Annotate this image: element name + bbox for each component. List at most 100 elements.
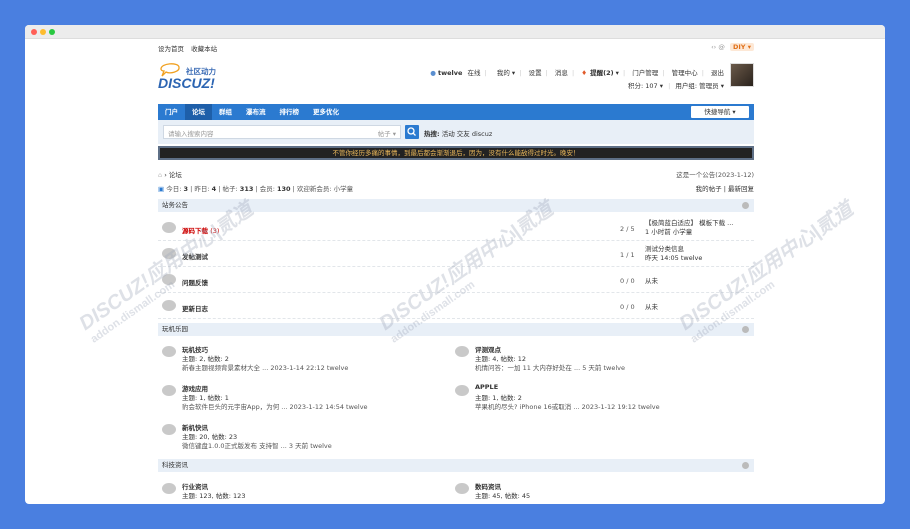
forum-cell[interactable]: 游戏应用 主题: 1, 帖数: 1 豹会软件巨头的元宇宙App，为何 ... 2… (158, 383, 448, 419)
diy-button[interactable]: DIY ▾ (729, 43, 754, 51)
set-homepage-link[interactable]: 设为首页 (158, 45, 184, 53)
user-nav: ● twelve 在线 | 我的 ▾ | 设置 | 消息 | ♦ 提醒(2) ▾ … (430, 69, 724, 77)
forum-cell[interactable]: 新机快讯 主题: 20, 帖数: 23 微信键盘1.0.0正式版发布 支持智 .… (158, 422, 448, 458)
code-icon[interactable]: ‹› (711, 43, 716, 51)
logout-link[interactable]: 退出 (711, 69, 724, 77)
forum-cell[interactable]: 数码资讯 主题: 45, 帖数: 45 (451, 481, 741, 504)
browser-window: 设为首页 收藏本站 ‹› @ DIY ▾ 社区动力 DISCUZ! ● twel… (25, 25, 885, 504)
forum-icon (162, 274, 176, 285)
welcome-new-member[interactable]: 欢迎新会员: 小学童 (297, 185, 353, 193)
announcement-link[interactable]: 这是一个公告(2023-1-12) (676, 169, 754, 179)
hot-word[interactable]: discuz (472, 130, 492, 138)
section-header: 科技资讯 (158, 459, 754, 472)
forum-row[interactable]: 发帖测试 1 / 1 测试分类信息 昨天 14:05 twelve (158, 242, 754, 267)
forum-icon (162, 248, 176, 259)
collapse-toggle[interactable] (742, 202, 749, 209)
user-info: 积分: 107 ▾ | 用户组: 管理员 ▾ (628, 82, 724, 90)
last-post: 从未 (645, 277, 658, 285)
hot-word[interactable]: 交友 (457, 130, 470, 138)
forum-icon (455, 346, 469, 357)
forum-counts: 0 / 0 (620, 303, 635, 311)
nav-waterfall[interactable]: 瀑布流 (239, 104, 273, 120)
reminders-link[interactable]: 提醒(2) ▾ (590, 69, 619, 77)
nav-portal[interactable]: 门户 (158, 104, 185, 120)
forum-counts: 主题: 45, 帖数: 45 (475, 492, 531, 500)
section-header: 站务公告 (158, 199, 754, 212)
forum-row[interactable]: 更新日志 0 / 0 从未 (158, 294, 754, 319)
settings-link[interactable]: 设置 (529, 69, 542, 77)
forum-counts: 2 / 5 (620, 225, 635, 233)
forum-icon (162, 424, 176, 435)
forum-counts: 1 / 1 (620, 251, 635, 259)
site-header: 社区动力 DISCUZ! ● twelve 在线 | 我的 ▾ | 设置 | 消… (158, 57, 754, 101)
home-icon[interactable]: ⌂ (158, 171, 162, 179)
my-posts-link[interactable]: 我的帖子 (696, 185, 722, 193)
last-post: 豹会软件巨头的元宇宙App，为何 ... 2023-1-12 14:54 twe… (182, 403, 368, 411)
nav-groups[interactable]: 群组 (212, 104, 239, 120)
nav-ranking[interactable]: 排行榜 (273, 104, 307, 120)
forum-name: 源码下载 (3) (182, 227, 220, 235)
avatar[interactable] (730, 63, 754, 87)
search-icon (407, 127, 416, 136)
forum-counts: 0 / 0 (620, 277, 635, 285)
forum-page: 设为首页 收藏本站 ‹› @ DIY ▾ 社区动力 DISCUZ! ● twel… (25, 39, 885, 504)
last-post: 新春主题视频背景素材大全 ... 2023-1-14 22:12 twelve (182, 364, 349, 372)
nav-forum[interactable]: 论坛 (185, 104, 212, 120)
hot-word[interactable]: 活动 (442, 130, 455, 138)
forum-cell[interactable]: 行业资讯 主题: 123, 帖数: 123 (158, 481, 448, 504)
forum-counts: 主题: 123, 帖数: 123 (182, 492, 246, 500)
main-nav: 门户 论坛 群组 瀑布流 排行榜 更多优化 快捷导航 ▾ (158, 104, 754, 120)
forum-icon (162, 483, 176, 494)
collapse-toggle[interactable] (742, 462, 749, 469)
last-post[interactable]: 【极简蓝白适应】 模板下载 ... 1 小时前 小学童 (645, 219, 733, 237)
minimize-window-button[interactable] (40, 29, 46, 35)
forum-name: 发帖测试 (182, 253, 208, 261)
forum-row[interactable]: 源码下载 (3) 2 / 5 【极简蓝白适应】 模板下载 ... 1 小时前 小学… (158, 216, 754, 241)
nav-more[interactable]: 更多优化 (306, 104, 346, 120)
last-post: 从未 (645, 303, 658, 311)
forum-name: 更新日志 (182, 305, 208, 313)
stats-icon: ▣ (158, 185, 165, 193)
forum-icon (455, 385, 469, 396)
forum-cell[interactable]: APPLE 主题: 1, 帖数: 2 苹果机的尽头? iPhone 16或取消 … (451, 383, 741, 419)
messages-link[interactable]: 消息 (555, 69, 568, 77)
quick-nav-button[interactable]: 快捷导航 ▾ (691, 106, 749, 118)
portal-admin-link[interactable]: 门户管理 (632, 69, 658, 77)
last-post: 机情问答：一加 11 大内存好处在 ... 5 天前 twelve (475, 364, 626, 372)
last-post[interactable]: 测试分类信息 昨天 14:05 twelve (645, 245, 702, 263)
search-input[interactable]: 请输入搜索内容 帖子 ▾ (163, 125, 401, 139)
forum-row[interactable]: 问题反馈 0 / 0 从未 (158, 268, 754, 293)
forum-icon (162, 222, 176, 233)
forum-cell[interactable]: 评测观点 主题: 4, 帖数: 12 机情问答：一加 11 大内存好处在 ...… (451, 344, 741, 380)
forum-cell[interactable]: 玩机技巧 主题: 2, 帖数: 2 新春主题视频背景素材大全 ... 2023-… (158, 344, 448, 380)
search-bar: 请输入搜索内容 帖子 ▾ 热搜: 活动 交友 discuz (158, 120, 754, 144)
forum-icon (455, 483, 469, 494)
bell-icon: ♦ (581, 69, 588, 77)
logo[interactable]: DISCUZ! (158, 75, 215, 91)
window-titlebar (25, 25, 885, 39)
usergroup-menu[interactable]: 用户组: 管理员 ▾ (675, 82, 724, 90)
latest-replies-link[interactable]: 最新回复 (728, 185, 754, 193)
collapse-toggle[interactable] (742, 326, 749, 333)
close-window-button[interactable] (31, 29, 37, 35)
search-type-select[interactable]: 帖子 ▾ (378, 128, 396, 138)
my-menu[interactable]: 我的 ▾ (494, 69, 515, 77)
username-link[interactable]: twelve (438, 69, 462, 77)
breadcrumb: ⌂ › 论坛 这是一个公告(2023-1-12) (158, 169, 754, 179)
points-menu[interactable]: 积分: 107 ▾ (628, 82, 663, 90)
forum-icon (162, 300, 176, 311)
admin-center-link[interactable]: 管理中心 (672, 69, 698, 77)
qq-icon[interactable]: @ (718, 43, 725, 51)
user-icon: ● (430, 69, 436, 77)
last-post: 微信键盘1.0.0正式版发布 支持智 ... 3 天前 twelve (182, 442, 332, 450)
forum-icon (162, 385, 176, 396)
search-button[interactable] (405, 125, 419, 139)
online-status: 在线 (467, 69, 481, 77)
breadcrumb-forum[interactable]: 论坛 (169, 171, 182, 179)
forum-name: APPLE (475, 383, 499, 391)
notice-banner: 不管你经历多痛的事情，到最后都会渐渐退后，因为，没有什么能敌得过时光。晚安！ (158, 146, 754, 160)
hot-searches: 热搜: 活动 交友 discuz (424, 130, 493, 138)
bookmark-link[interactable]: 收藏本站 (191, 45, 217, 53)
forum-stats: ▣ 今日: 3 | 昨日: 4 | 帖子: 313 | 会员: 130 | 欢迎… (158, 185, 754, 193)
maximize-window-button[interactable] (49, 29, 55, 35)
